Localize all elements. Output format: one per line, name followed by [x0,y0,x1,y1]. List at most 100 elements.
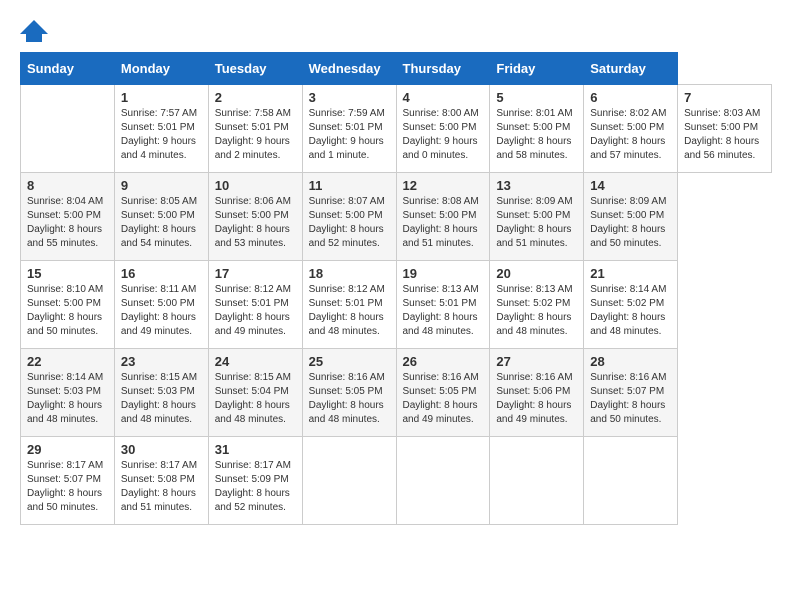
day-cell [21,85,115,173]
day-cell: 17 Sunrise: 8:12 AM Sunset: 5:01 PM Dayli… [208,261,302,349]
day-number: 9 [121,178,202,193]
day-info: Sunrise: 8:13 AM Sunset: 5:02 PM Dayligh… [496,283,577,339]
logo-icon [20,20,48,42]
day-info: Sunrise: 8:14 AM Sunset: 5:02 PM Dayligh… [590,283,671,339]
day-number: 13 [496,178,577,193]
column-header-friday: Friday [490,53,584,85]
day-number: 10 [215,178,296,193]
day-number: 19 [403,266,484,281]
day-number: 24 [215,354,296,369]
day-cell [302,437,396,525]
day-number: 31 [215,442,296,457]
day-info: Sunrise: 8:12 AM Sunset: 5:01 PM Dayligh… [215,283,296,339]
day-info: Sunrise: 8:17 AM Sunset: 5:09 PM Dayligh… [215,459,296,515]
day-info: Sunrise: 7:57 AM Sunset: 5:01 PM Dayligh… [121,107,202,163]
day-cell: 11 Sunrise: 8:07 AM Sunset: 5:00 PM Dayli… [302,173,396,261]
day-info: Sunrise: 8:12 AM Sunset: 5:01 PM Dayligh… [309,283,390,339]
day-number: 20 [496,266,577,281]
day-number: 17 [215,266,296,281]
day-number: 3 [309,90,390,105]
header [20,20,772,42]
header-row: SundayMondayTuesdayWednesdayThursdayFrid… [21,53,772,85]
day-info: Sunrise: 8:01 AM Sunset: 5:00 PM Dayligh… [496,107,577,163]
column-header-thursday: Thursday [396,53,490,85]
day-cell: 15 Sunrise: 8:10 AM Sunset: 5:00 PM Dayli… [21,261,115,349]
day-number: 11 [309,178,390,193]
day-cell: 26Sunrise: 8:16 AM Sunset: 5:05 PM Dayli… [396,349,490,437]
day-cell: 5 Sunrise: 8:01 AM Sunset: 5:00 PM Daylig… [490,85,584,173]
day-cell: 3 Sunrise: 7:59 AM Sunset: 5:01 PM Daylig… [302,85,396,173]
week-row-3: 22 Sunrise: 8:14 AM Sunset: 5:03 PM Dayli… [21,349,772,437]
day-number: 25 [309,354,390,369]
day-number: 30 [121,442,202,457]
day-cell: 2Sunrise: 7:58 AM Sunset: 5:01 PM Daylig… [208,85,302,173]
day-cell: 28Sunrise: 8:16 AM Sunset: 5:07 PM Dayli… [584,349,678,437]
day-info: Sunrise: 8:02 AM Sunset: 5:00 PM Dayligh… [590,107,671,163]
day-cell: 23 Sunrise: 8:15 AM Sunset: 5:03 PM Dayli… [114,349,208,437]
day-cell: 12Sunrise: 8:08 AM Sunset: 5:00 PM Dayli… [396,173,490,261]
day-cell: 20 Sunrise: 8:13 AM Sunset: 5:02 PM Dayli… [490,261,584,349]
day-number: 18 [309,266,390,281]
day-cell: 13 Sunrise: 8:09 AM Sunset: 5:00 PM Dayli… [490,173,584,261]
day-info: Sunrise: 8:16 AM Sunset: 5:05 PM Dayligh… [309,371,390,427]
day-cell: 7Sunrise: 8:03 AM Sunset: 5:00 PM Daylig… [678,85,772,173]
day-info: Sunrise: 8:05 AM Sunset: 5:00 PM Dayligh… [121,195,202,251]
day-cell: 19 Sunrise: 8:13 AM Sunset: 5:01 PM Dayli… [396,261,490,349]
day-cell: 16 Sunrise: 8:11 AM Sunset: 5:00 PM Dayli… [114,261,208,349]
day-number: 5 [496,90,577,105]
day-cell: 10 Sunrise: 8:06 AM Sunset: 5:00 PM Dayli… [208,173,302,261]
day-info: Sunrise: 8:13 AM Sunset: 5:01 PM Dayligh… [403,283,484,339]
column-header-tuesday: Tuesday [208,53,302,85]
day-number: 4 [403,90,484,105]
logo [20,20,52,42]
day-number: 1 [121,90,202,105]
day-cell: 29Sunrise: 8:17 AM Sunset: 5:07 PM Dayli… [21,437,115,525]
day-cell: 24 Sunrise: 8:15 AM Sunset: 5:04 PM Dayli… [208,349,302,437]
day-cell: 22 Sunrise: 8:14 AM Sunset: 5:03 PM Dayli… [21,349,115,437]
day-info: Sunrise: 8:09 AM Sunset: 5:00 PM Dayligh… [590,195,671,251]
day-info: Sunrise: 8:06 AM Sunset: 5:00 PM Dayligh… [215,195,296,251]
day-number: 28 [590,354,671,369]
column-header-monday: Monday [114,53,208,85]
week-row-4: 29Sunrise: 8:17 AM Sunset: 5:07 PM Dayli… [21,437,772,525]
day-info: Sunrise: 8:17 AM Sunset: 5:08 PM Dayligh… [121,459,202,515]
day-number: 8 [27,178,108,193]
day-info: Sunrise: 8:09 AM Sunset: 5:00 PM Dayligh… [496,195,577,251]
week-row-2: 15 Sunrise: 8:10 AM Sunset: 5:00 PM Dayli… [21,261,772,349]
day-info: Sunrise: 8:00 AM Sunset: 5:00 PM Dayligh… [403,107,484,163]
day-number: 21 [590,266,671,281]
day-number: 15 [27,266,108,281]
day-cell: 6Sunrise: 8:02 AM Sunset: 5:00 PM Daylig… [584,85,678,173]
day-cell [396,437,490,525]
day-info: Sunrise: 8:14 AM Sunset: 5:03 PM Dayligh… [27,371,108,427]
day-cell: 1 Sunrise: 7:57 AM Sunset: 5:01 PM Daylig… [114,85,208,173]
column-header-sunday: Sunday [21,53,115,85]
day-cell [490,437,584,525]
day-cell: 8 Sunrise: 8:04 AM Sunset: 5:00 PM Daylig… [21,173,115,261]
day-number: 23 [121,354,202,369]
day-info: Sunrise: 8:15 AM Sunset: 5:03 PM Dayligh… [121,371,202,427]
day-number: 22 [27,354,108,369]
day-info: Sunrise: 8:16 AM Sunset: 5:05 PM Dayligh… [403,371,484,427]
day-info: Sunrise: 7:58 AM Sunset: 5:01 PM Dayligh… [215,107,296,163]
day-cell: 27 Sunrise: 8:16 AM Sunset: 5:06 PM Dayli… [490,349,584,437]
day-info: Sunrise: 8:07 AM Sunset: 5:00 PM Dayligh… [309,195,390,251]
day-info: Sunrise: 7:59 AM Sunset: 5:01 PM Dayligh… [309,107,390,163]
day-number: 29 [27,442,108,457]
day-info: Sunrise: 8:11 AM Sunset: 5:00 PM Dayligh… [121,283,202,339]
day-number: 12 [403,178,484,193]
day-cell: 21 Sunrise: 8:14 AM Sunset: 5:02 PM Dayli… [584,261,678,349]
day-cell: 18 Sunrise: 8:12 AM Sunset: 5:01 PM Dayli… [302,261,396,349]
day-info: Sunrise: 8:04 AM Sunset: 5:00 PM Dayligh… [27,195,108,251]
day-cell: 30 Sunrise: 8:17 AM Sunset: 5:08 PM Dayli… [114,437,208,525]
day-info: Sunrise: 8:10 AM Sunset: 5:00 PM Dayligh… [27,283,108,339]
day-info: Sunrise: 8:16 AM Sunset: 5:06 PM Dayligh… [496,371,577,427]
day-cell: 14Sunrise: 8:09 AM Sunset: 5:00 PM Dayli… [584,173,678,261]
day-cell: 25 Sunrise: 8:16 AM Sunset: 5:05 PM Dayli… [302,349,396,437]
day-number: 16 [121,266,202,281]
day-number: 27 [496,354,577,369]
day-info: Sunrise: 8:15 AM Sunset: 5:04 PM Dayligh… [215,371,296,427]
column-header-wednesday: Wednesday [302,53,396,85]
week-row-1: 8 Sunrise: 8:04 AM Sunset: 5:00 PM Daylig… [21,173,772,261]
day-info: Sunrise: 8:03 AM Sunset: 5:00 PM Dayligh… [684,107,765,163]
